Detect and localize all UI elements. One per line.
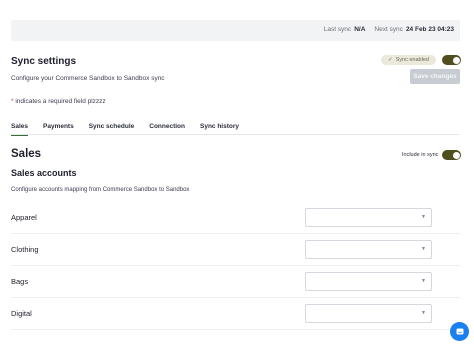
chat-launcher-button[interactable] [450,322,469,341]
account-label: Clothing [11,245,39,254]
account-label: Apparel [11,213,37,222]
sales-accounts-title: Sales accounts [11,168,77,178]
chevron-down-icon: ▼ [421,310,426,316]
account-select-bags[interactable]: ▼ [305,272,432,291]
chevron-down-icon: ▼ [421,246,426,252]
sales-title: Sales [11,148,42,160]
account-select-clothing[interactable]: ▼ [305,240,432,259]
chevron-down-icon: ▼ [421,278,426,284]
page-title: Sync settings [11,56,77,67]
account-row-digital: Digital ▼ [11,299,460,330]
account-label: Digital [11,309,32,318]
include-in-sync-toggle[interactable] [442,150,461,160]
chevron-down-icon: ▼ [421,214,426,220]
sync-status-bar: Last sync N/A Next sync 24 Feb 23 04:23 [11,20,460,41]
last-sync-value: N/A [354,26,366,33]
account-row-apparel: Apparel ▼ [11,203,460,234]
check-icon: ✓ [388,57,393,63]
required-star: * [11,98,14,105]
sync-enabled-toggle[interactable] [442,55,461,65]
save-changes-button[interactable]: Save changes [410,69,460,84]
account-select-digital[interactable]: ▼ [305,304,432,323]
account-row-bags: Bags ▼ [11,267,460,298]
page-subtitle: Configure your Commerce Sandbox to Sandb… [11,75,165,82]
next-sync: Next sync 24 Feb 23 04:23 [374,26,454,33]
last-sync: Last sync N/A [323,26,366,33]
next-sync-value: 24 Feb 23 04:23 [405,26,454,33]
sync-enabled-badge: ✓ Sync enabled [381,55,436,65]
account-select-apparel[interactable]: ▼ [305,208,432,227]
tab-divider [11,134,460,135]
required-note: * indicates a required field plzzzz [11,98,106,105]
sales-accounts-subtitle: Configure accounts mapping from Commerce… [11,187,190,193]
account-label: Bags [11,277,29,286]
sync-info: Last sync N/A Next sync 24 Feb 23 04:23 [324,26,454,33]
account-row-clothing: Clothing ▼ [11,235,460,266]
chat-icon [456,328,463,334]
include-in-sync-label: Include in sync [402,152,439,158]
